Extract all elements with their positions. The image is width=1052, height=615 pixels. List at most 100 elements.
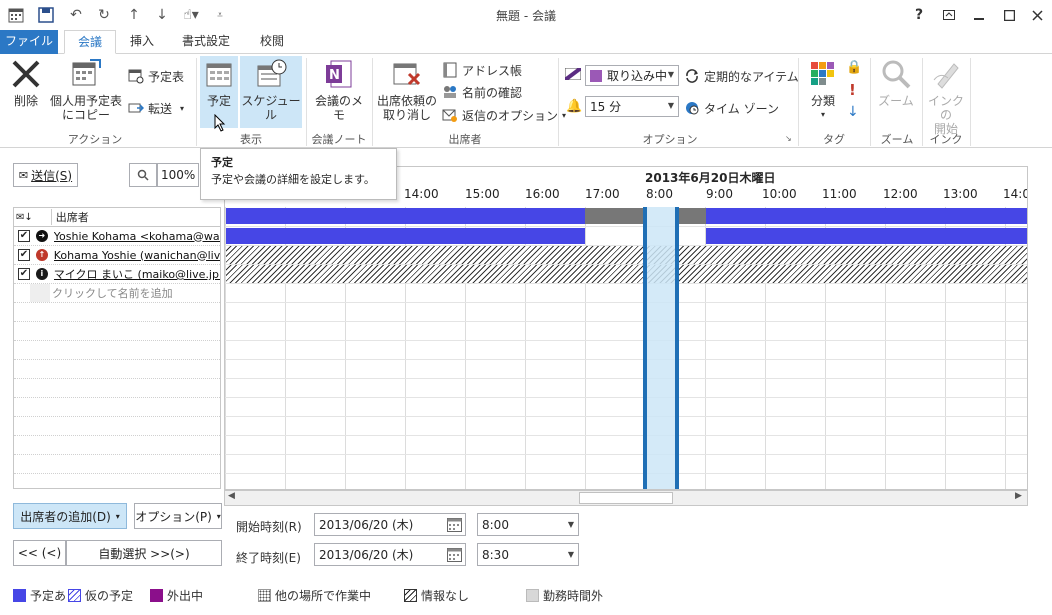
attendee-row[interactable]: ✔ i マイクロ まいこ (maiko@live.jp) bbox=[14, 265, 220, 284]
categorize-button[interactable]: 分類 ▾ bbox=[804, 58, 842, 122]
response-options-button[interactable]: 返信のオプション ▾ bbox=[442, 105, 566, 125]
tab-review[interactable]: 校閲 bbox=[248, 30, 296, 54]
scroll-right-icon[interactable]: ▶ bbox=[1015, 491, 1022, 501]
dialog-launcher-icon[interactable]: ↘ bbox=[785, 134, 792, 143]
start-time-select[interactable]: 8:00 ▼ bbox=[477, 513, 579, 536]
calendar-picker-icon[interactable] bbox=[447, 517, 462, 535]
response-options-icon bbox=[442, 107, 458, 123]
off-hours-block bbox=[585, 208, 645, 224]
tooltip: 予定 予定や会議の詳細を設定します。 bbox=[200, 148, 397, 200]
maximize-icon[interactable] bbox=[996, 4, 1022, 26]
ribbon-display-options-icon[interactable] bbox=[936, 4, 962, 26]
scheduling-button[interactable]: スケジュール bbox=[240, 56, 302, 128]
time-zones-button[interactable]: タイム ゾーン bbox=[684, 98, 779, 118]
tab-format[interactable]: 書式設定 bbox=[170, 30, 242, 54]
attendee-list: ✉↓ 出席者 ✔ ➜ Yoshie Kohama <kohama@wanicha… bbox=[13, 207, 221, 489]
calendar-picker-icon[interactable] bbox=[447, 547, 462, 565]
date-header: 2013年6月20日木曜日 bbox=[645, 171, 776, 185]
forward-button[interactable]: 転送 ▾ bbox=[128, 98, 184, 118]
zoom-level-field[interactable]: 100% bbox=[157, 163, 199, 187]
high-importance-icon[interactable]: ! bbox=[849, 81, 856, 99]
tooltip-body: 予定や会議の詳細を設定します。 bbox=[211, 173, 375, 186]
grid-line bbox=[225, 302, 1027, 303]
busy-block bbox=[706, 228, 1027, 244]
meeting-time-selection[interactable] bbox=[643, 207, 679, 489]
show-as-select[interactable]: 取り込み中 ▼ bbox=[585, 65, 679, 86]
envelope-header-icon: ✉↓ bbox=[16, 211, 33, 223]
group-label-ink: インク bbox=[929, 133, 963, 146]
divider bbox=[196, 58, 197, 146]
time-label: 12:00 bbox=[883, 187, 918, 201]
title-bar: ↶ ↻ ↑ ↓ ☝▾ ⩡ 無題 - 会議 ? bbox=[0, 0, 1052, 30]
address-book-icon bbox=[442, 62, 458, 78]
tab-insert[interactable]: 挿入 bbox=[118, 30, 166, 54]
attendee-row[interactable]: ✔ ➜ Yoshie Kohama <kohama@wanichan bbox=[14, 227, 220, 246]
elsewhere-swatch bbox=[258, 589, 271, 602]
zoom-button[interactable]: ズーム bbox=[874, 58, 918, 108]
time-label: 8:00 bbox=[646, 187, 673, 201]
legend-busy: 予定あ bbox=[13, 587, 66, 604]
calendar-button[interactable]: 予定表 bbox=[128, 66, 184, 86]
check-names-button[interactable]: 名前の確認 bbox=[442, 82, 522, 102]
attendee-list-header: ✉↓ 出席者 bbox=[14, 208, 220, 227]
minimize-icon[interactable] bbox=[966, 4, 992, 26]
busy-color-swatch bbox=[590, 69, 602, 82]
help-button[interactable]: ? bbox=[906, 4, 932, 26]
time-label: 13:00 bbox=[943, 187, 978, 201]
attendee-row[interactable]: ✔ ↑ Kohama Yoshie (wanichan@live.jp bbox=[14, 246, 220, 265]
send-envelope-icon: ✉ bbox=[18, 168, 29, 182]
tab-meeting[interactable]: 会議 bbox=[64, 30, 116, 54]
meeting-notes-button[interactable]: N 会議のメモ bbox=[310, 58, 368, 122]
autopick-next-button[interactable]: 自動選択 >>(>) bbox=[66, 540, 222, 566]
scrollbar-thumb[interactable] bbox=[579, 492, 673, 504]
group-label-notes: 会議ノート bbox=[311, 133, 367, 146]
recurrence-button[interactable]: 定期的なアイテム bbox=[684, 66, 799, 86]
categorize-icon bbox=[807, 58, 839, 90]
no-info-swatch bbox=[404, 589, 417, 602]
list-item bbox=[14, 303, 220, 322]
delete-button[interactable]: 削除 bbox=[8, 58, 44, 108]
group-label-tags: タグ bbox=[823, 133, 845, 146]
attendee-checkbox[interactable]: ✔ bbox=[18, 249, 30, 261]
end-date-field[interactable]: 2013/06/20 (木) bbox=[314, 543, 466, 566]
low-importance-icon[interactable]: ↓ bbox=[847, 104, 859, 120]
globe-clock-icon bbox=[684, 100, 700, 116]
dropdown-arrow-icon: ▾ bbox=[115, 511, 120, 521]
dropdown-arrow-icon: ▾ bbox=[820, 110, 825, 119]
grid-line bbox=[225, 435, 1027, 436]
list-item bbox=[14, 417, 220, 436]
tab-file[interactable]: ファイル bbox=[0, 30, 58, 54]
scheduling-grid[interactable]: 2013年6月20日木曜日 14:00 15:00 16:00 17:00 8:… bbox=[224, 166, 1028, 490]
ribbon-tabs: ファイル 会議 挿入 書式設定 校閲 bbox=[0, 30, 1052, 54]
required-attendee-icon: ↑ bbox=[35, 249, 48, 261]
legend-off-hours: 勤務時間外 bbox=[526, 587, 603, 604]
close-icon[interactable] bbox=[1024, 4, 1050, 26]
previous-slot-button[interactable]: << (<) bbox=[13, 540, 66, 566]
divider bbox=[558, 58, 559, 146]
add-attendee-row[interactable]: クリックして名前を追加 bbox=[14, 284, 220, 303]
reminder-select[interactable]: 15 分 ▼ bbox=[585, 96, 679, 117]
add-attendees-button[interactable]: 出席者の追加(D) ▾ bbox=[13, 503, 127, 529]
forward-icon bbox=[128, 100, 145, 116]
attendee-checkbox[interactable]: ✔ bbox=[18, 230, 30, 242]
scroll-left-icon[interactable]: ◀ bbox=[228, 491, 235, 501]
end-time-select[interactable]: 8:30 ▼ bbox=[477, 543, 579, 566]
organizer-status-icon: ➜ bbox=[35, 230, 48, 242]
copy-to-calendar-button[interactable]: 個人用予定表 にコピー bbox=[48, 58, 124, 122]
horizontal-scrollbar[interactable]: ◀ ▶ bbox=[224, 490, 1028, 506]
start-time-label: 開始時刻(R) bbox=[236, 520, 302, 534]
people-check-icon bbox=[442, 84, 458, 100]
attendee-checkbox[interactable]: ✔ bbox=[18, 268, 30, 280]
start-inking-button[interactable]: インクの 開始 bbox=[926, 58, 966, 136]
tooltip-title: 予定 bbox=[211, 156, 233, 169]
off-hours-block bbox=[677, 208, 707, 224]
options-button[interactable]: オプション(P) ▾ bbox=[134, 503, 222, 529]
address-book-button[interactable]: アドレス帳 bbox=[442, 60, 522, 80]
private-lock-icon[interactable]: 🔒 bbox=[846, 60, 862, 75]
zoom-icon-button[interactable] bbox=[129, 163, 157, 187]
cancel-invitation-button[interactable]: 出席依頼の 取り消し bbox=[376, 58, 438, 122]
no-info-block bbox=[226, 265, 1027, 283]
start-date-field[interactable]: 2013/06/20 (木) bbox=[314, 513, 466, 536]
send-button[interactable]: ✉ 送信(S) bbox=[13, 163, 78, 187]
group-label-zoom: ズーム bbox=[880, 133, 914, 146]
